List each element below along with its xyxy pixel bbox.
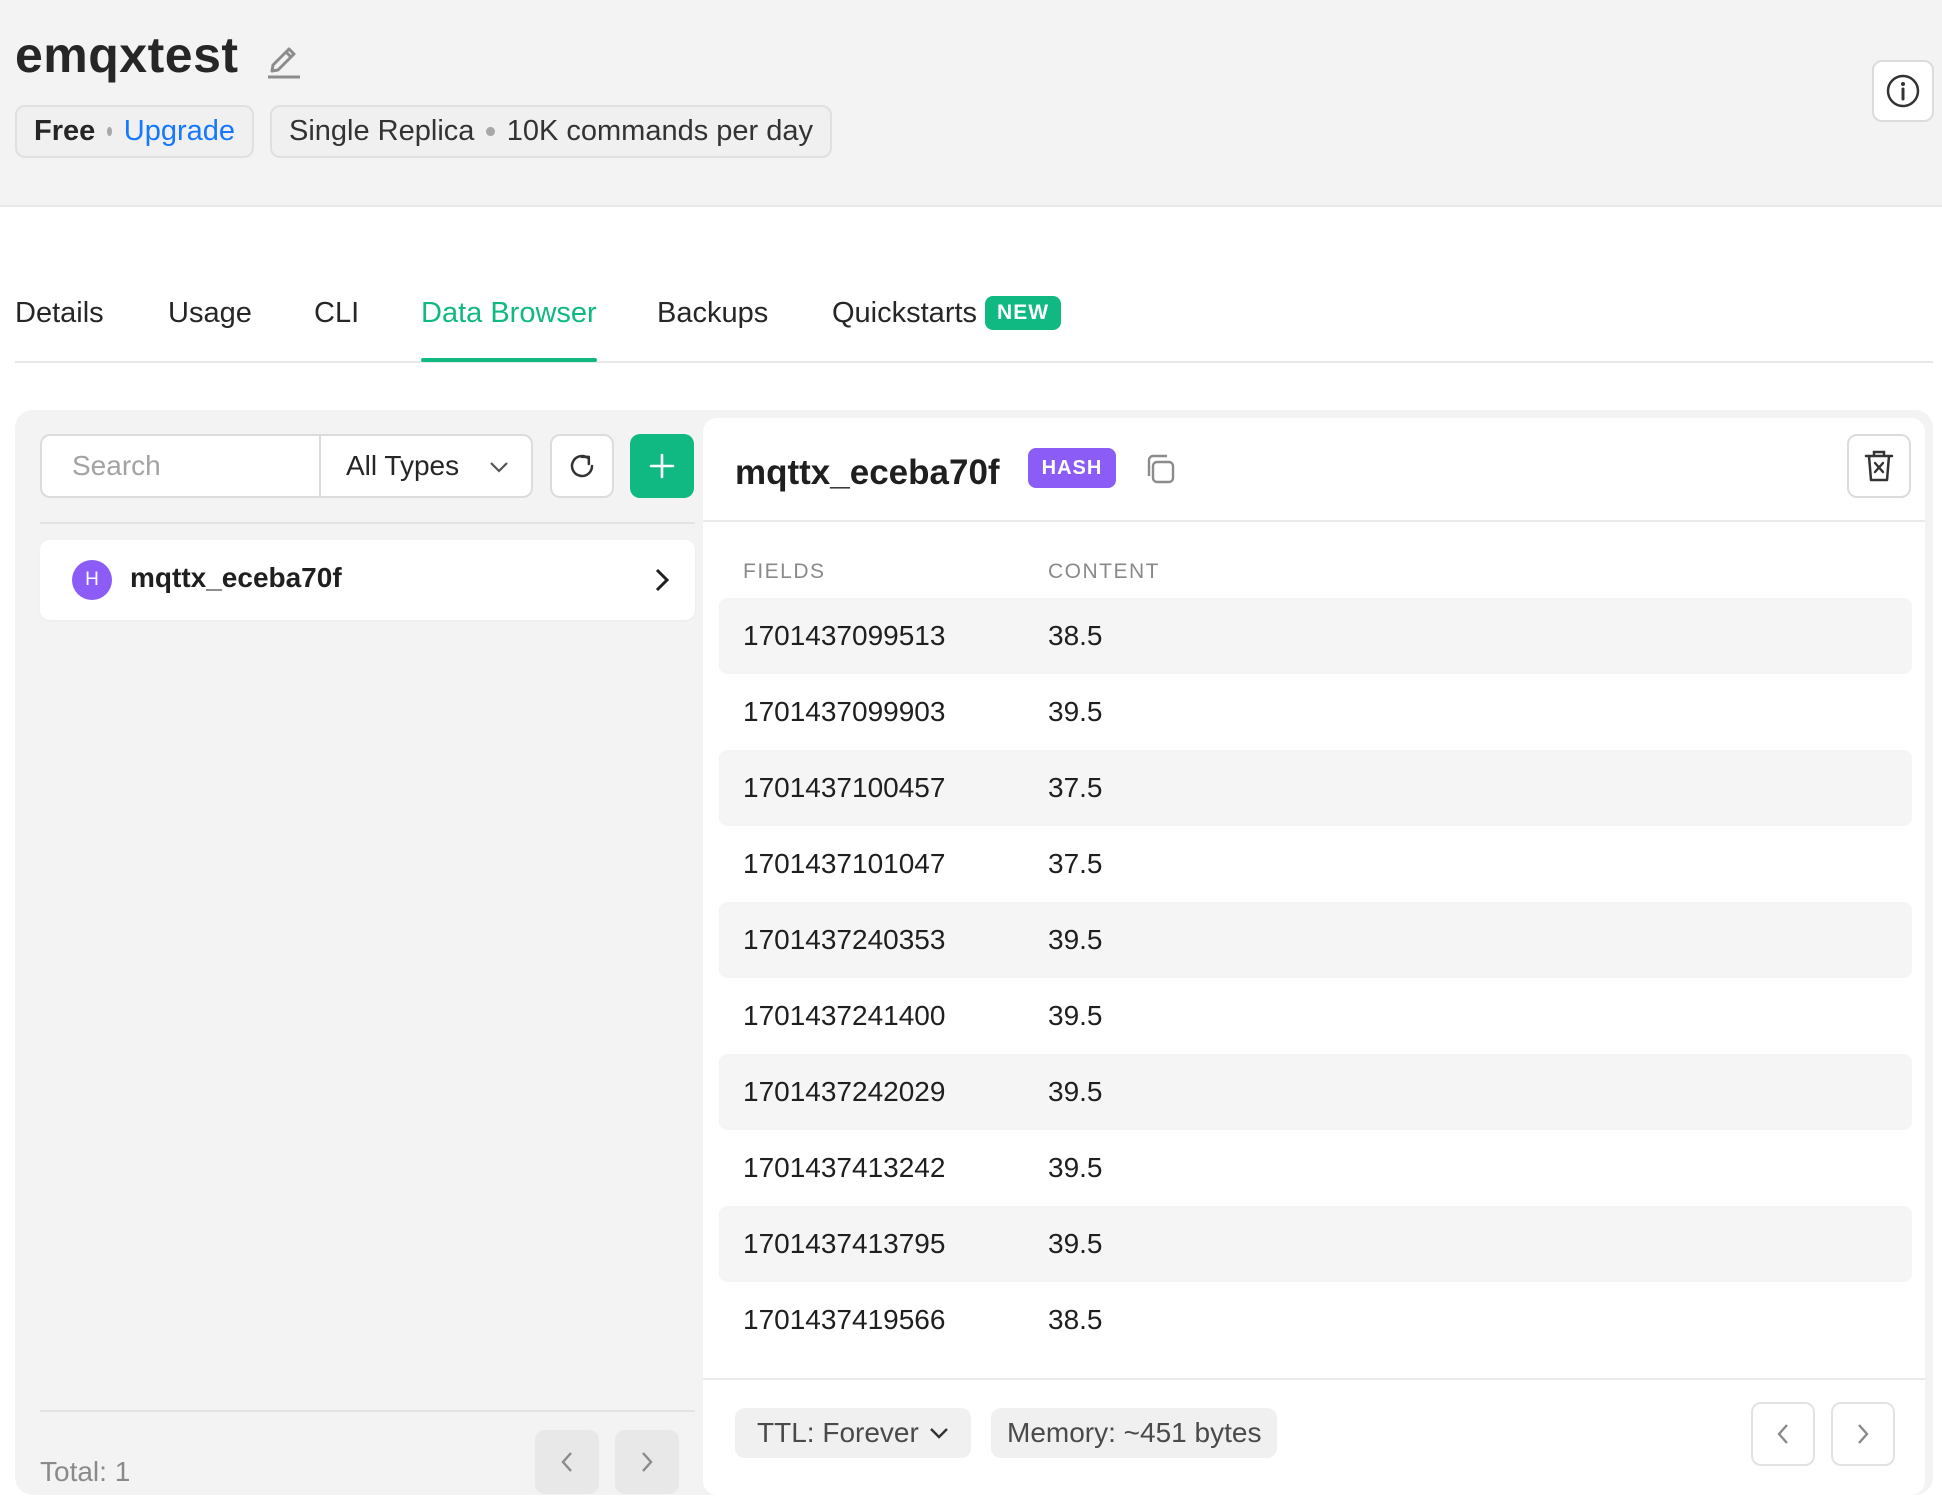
divider	[40, 1410, 695, 1412]
memory-usage-badge: Memory: ~451 bytes	[991, 1408, 1278, 1458]
tab-data-browser[interactable]: Data Browser	[421, 297, 597, 362]
copy-icon[interactable]	[1141, 450, 1179, 488]
field-cell: 1701437100457	[743, 772, 946, 803]
chevron-left-icon	[1777, 1424, 1788, 1444]
trash-icon	[1864, 450, 1894, 482]
key-list-item[interactable]: H mqttx_eceba70f	[40, 540, 695, 620]
refresh-button[interactable]	[550, 434, 614, 498]
chevron-down-icon	[490, 462, 508, 473]
table-row[interactable]: 1701437241400 39.5	[719, 978, 1912, 1054]
content-cell: 37.5	[1048, 772, 1103, 803]
content-cell: 37.5	[1048, 848, 1103, 879]
content-cell: 39.5	[1048, 1228, 1103, 1259]
tab-details[interactable]: Details	[15, 297, 104, 361]
field-cell: 1701437413242	[743, 1152, 946, 1183]
fields-next-page-button[interactable]	[1831, 1402, 1895, 1466]
content-cell: 39.5	[1048, 1000, 1103, 1031]
field-cell: 1701437241400	[743, 1000, 946, 1031]
upgrade-link[interactable]: Upgrade	[124, 115, 235, 148]
replica-label: Single Replica	[289, 115, 475, 147]
command-limit-label: 10K commands per day	[506, 115, 813, 147]
field-cell: 1701437242029	[743, 1076, 946, 1107]
content-column-header: CONTENT	[1048, 560, 1160, 583]
content-cell: 38.5	[1048, 1304, 1103, 1335]
field-cell: 1701437099513	[743, 620, 946, 651]
refresh-icon	[570, 454, 594, 478]
tab-bar: Details Usage CLI Data Browser Backups Q…	[15, 285, 1933, 363]
tab-cli[interactable]: CLI	[314, 297, 359, 361]
table-row[interactable]: 1701437413795 39.5	[719, 1206, 1912, 1282]
type-filter-value: All Types	[346, 450, 460, 481]
new-badge: NEW	[985, 296, 1062, 330]
field-cell: 1701437099903	[743, 696, 946, 727]
data-browser-panel: All Types H mqttx_eceba70f Total: 1	[15, 410, 1933, 1495]
table-row[interactable]: 1701437419566 38.5	[719, 1282, 1912, 1358]
chevron-right-icon	[655, 568, 670, 592]
chevron-right-icon	[642, 1452, 653, 1472]
key-list-item-name: mqttx_eceba70f	[130, 562, 342, 593]
plan-chip: Free Upgrade	[15, 105, 254, 158]
content-cell: 38.5	[1048, 620, 1103, 651]
info-icon	[1886, 74, 1920, 108]
hash-field-table: 1701437099513 38.5 1701437099903 39.5 1701…	[719, 598, 1912, 1358]
divider	[703, 1378, 1925, 1380]
database-header: emqxtest Free Upgrade Single Replica 10K…	[0, 0, 1942, 207]
pencil-icon[interactable]	[264, 38, 304, 80]
database-info-chip: Single Replica 10K commands per day	[270, 105, 832, 158]
field-cell: 1701437419566	[743, 1304, 946, 1335]
hash-type-icon: H	[72, 560, 112, 600]
content-cell: 39.5	[1048, 1076, 1103, 1107]
table-row[interactable]: 1701437099513 38.5	[719, 598, 1912, 674]
key-list-prev-page-button[interactable]	[535, 1430, 599, 1494]
table-row[interactable]: 1701437100457 37.5	[719, 750, 1912, 826]
content-cell: 39.5	[1048, 1152, 1103, 1183]
plus-icon	[649, 453, 675, 479]
table-row[interactable]: 1701437242029 39.5	[719, 1054, 1912, 1130]
field-cell: 1701437101047	[743, 848, 946, 879]
table-row[interactable]: 1701437101047 37.5	[719, 826, 1912, 902]
table-row[interactable]: 1701437413242 39.5	[719, 1130, 1912, 1206]
chevron-left-icon	[561, 1452, 572, 1472]
delete-key-button[interactable]	[1847, 434, 1911, 498]
divider	[40, 522, 695, 524]
tab-quickstarts-label: Quickstarts	[832, 297, 978, 329]
type-badge: HASH	[1028, 448, 1116, 488]
separator-dot	[486, 127, 495, 136]
separator-dot	[107, 127, 112, 136]
key-detail-title: mqttx_eceba70f	[735, 453, 1000, 492]
chevron-right-icon	[1858, 1424, 1869, 1444]
search-input[interactable]	[40, 434, 320, 498]
content-cell: 39.5	[1048, 696, 1103, 727]
plan-label: Free	[34, 115, 96, 147]
tab-quickstarts[interactable]: Quickstarts NEW	[832, 296, 1062, 361]
field-cell: 1701437413795	[743, 1228, 946, 1259]
divider	[703, 520, 1925, 522]
info-button[interactable]	[1872, 60, 1934, 122]
fields-prev-page-button[interactable]	[1751, 1402, 1815, 1466]
ttl-dropdown[interactable]: TTL: Forever	[735, 1408, 971, 1458]
key-list-next-page-button[interactable]	[615, 1430, 679, 1494]
key-detail-card: mqttx_eceba70f HASH FIELDS CONTENT 17014…	[703, 418, 1925, 1495]
add-key-button[interactable]	[630, 434, 694, 498]
tab-usage[interactable]: Usage	[168, 297, 252, 361]
database-name: emqxtest	[15, 27, 239, 83]
tab-backups[interactable]: Backups	[657, 297, 768, 361]
fields-column-header: FIELDS	[743, 560, 826, 583]
field-cell: 1701437240353	[743, 924, 946, 955]
total-count: Total: 1	[40, 1456, 131, 1487]
chevron-down-icon	[929, 1428, 948, 1439]
table-row[interactable]: 1701437240353 39.5	[719, 902, 1912, 978]
table-row[interactable]: 1701437099903 39.5	[719, 674, 1912, 750]
content-cell: 39.5	[1048, 924, 1103, 955]
type-filter-select[interactable]: All Types	[319, 434, 533, 498]
ttl-label: TTL: Forever	[757, 1417, 919, 1448]
